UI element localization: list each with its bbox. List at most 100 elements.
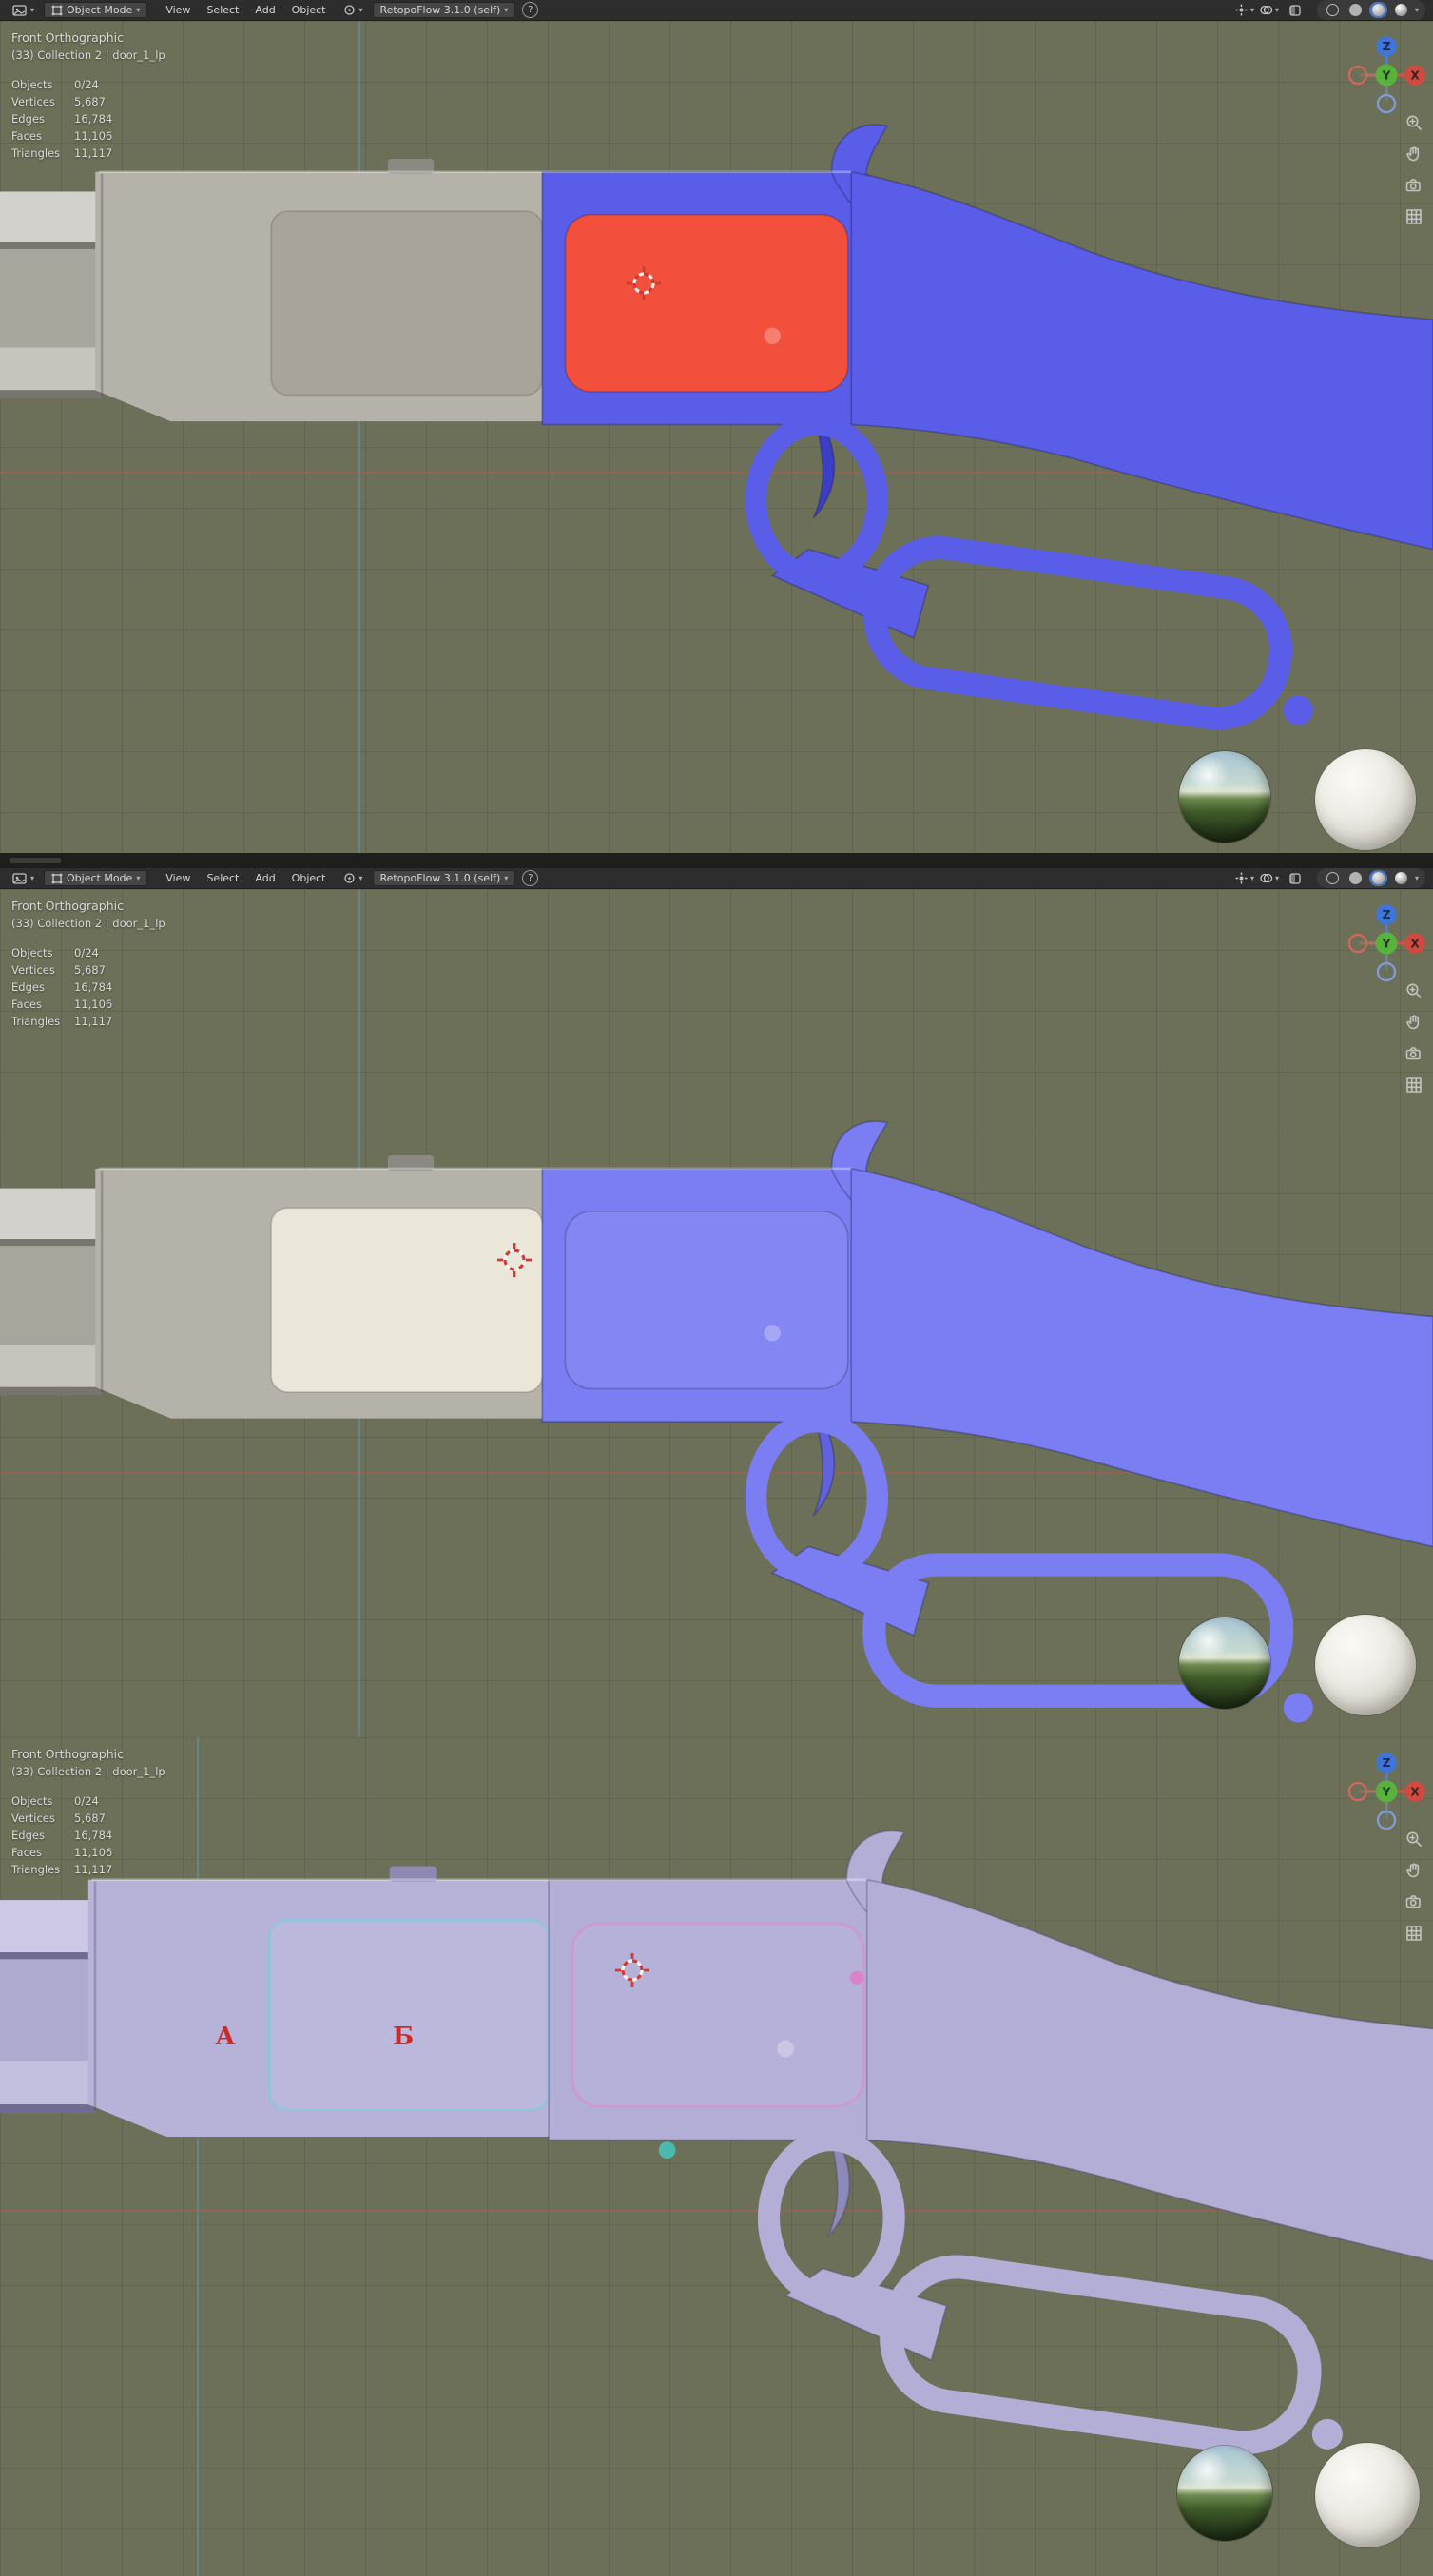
shading-rendered-button[interactable] <box>1392 2 1410 18</box>
navigation-gizmo[interactable]: Z X Y <box>1346 1751 1427 1832</box>
retopoflow-menu[interactable]: RetopoFlow 3.1.0 (self) ▾ <box>372 2 516 18</box>
magazine-tube[interactable] <box>0 2060 95 2105</box>
sideplate-door[interactable] <box>564 1210 849 1390</box>
barrel-tube[interactable] <box>0 1900 95 1953</box>
stock[interactable] <box>850 170 1433 551</box>
stock[interactable] <box>865 1878 1433 2269</box>
gizmo-x-label: X <box>1410 1785 1420 1798</box>
gizmo-x-neg-axis[interactable] <box>1347 65 1368 86</box>
perspective-toggle-button[interactable] <box>1404 206 1424 227</box>
menu-add[interactable]: Add <box>247 2 282 18</box>
navigation-gizmo[interactable]: Z X Y <box>1346 902 1427 984</box>
help-button[interactable]: ? <box>522 870 539 886</box>
menu-object[interactable]: Object <box>284 2 334 18</box>
pan-button[interactable] <box>1404 1012 1424 1033</box>
menu-object[interactable]: Object <box>284 870 334 886</box>
sideplate-left[interactable] <box>270 210 544 397</box>
pan-button[interactable] <box>1404 1860 1424 1881</box>
rifle-root <box>0 1830 1433 2455</box>
magazine-tube[interactable] <box>0 1344 103 1387</box>
viewport-overlay-text: Front Orthographic (33) Collection 2 | d… <box>11 30 165 162</box>
camera-view-button[interactable] <box>1404 1043 1424 1064</box>
transform-orientation-button[interactable]: ▾ <box>339 871 368 885</box>
zoom-icon <box>1406 983 1422 998</box>
viewport-3d[interactable]: Front Orthographic (33) Collection 2 | d… <box>0 21 1433 853</box>
gizmo-z-neg-axis[interactable] <box>1376 961 1397 982</box>
hand-icon <box>1406 1015 1420 1030</box>
menu-select[interactable]: Select <box>199 2 246 18</box>
zoom-button[interactable] <box>1404 980 1424 1001</box>
menu-bar: View Select Add Object <box>158 870 333 886</box>
panel-divider <box>0 853 1433 868</box>
chevron-down-icon: ▾ <box>1414 5 1419 14</box>
navigation-gizmo[interactable]: Z X Y <box>1346 34 1427 116</box>
retopo-mesh-overlay[interactable] <box>541 1120 1433 1723</box>
viewport-gizmos-button[interactable]: ▾ <box>1234 871 1254 885</box>
stat-objects: Objects 0/24 <box>11 1794 99 1808</box>
sideplate-left[interactable] <box>267 1918 551 2111</box>
divider-mark <box>10 858 61 863</box>
camera-view-button[interactable] <box>1404 1891 1424 1912</box>
viewport-3d[interactable]: А Б Front Orthographic (33) Collection 2… <box>0 1737 1433 2576</box>
gizmo-z-neg-axis[interactable] <box>1376 93 1397 114</box>
xray-toggle-button[interactable] <box>1284 871 1307 886</box>
shading-material-button[interactable] <box>1368 870 1387 886</box>
xray-icon <box>1289 4 1301 16</box>
matcap-preview-sphere <box>1315 2443 1420 2547</box>
retopoflow-label: RetopoFlow 3.1.0 (self) <box>379 872 501 884</box>
shading-material-button[interactable] <box>1368 2 1387 18</box>
camera-view-button[interactable] <box>1404 175 1424 196</box>
zoom-icon <box>1406 1831 1422 1847</box>
object-mode-icon <box>51 5 63 15</box>
shading-wireframe-button[interactable] <box>1324 2 1342 18</box>
mode-selector[interactable]: Object Mode ▾ <box>44 2 148 18</box>
trigger[interactable] <box>826 2145 851 2237</box>
sideplate-left[interactable] <box>270 1207 544 1393</box>
shading-rendered-button[interactable] <box>1392 870 1410 886</box>
sideplate-door[interactable] <box>571 1922 865 2108</box>
menu-view[interactable]: View <box>158 2 198 18</box>
solid-shading-icon <box>1348 872 1362 884</box>
editor-type-button[interactable]: ▾ <box>8 871 39 886</box>
magazine-tube[interactable] <box>0 347 103 391</box>
forend-wood[interactable] <box>0 1959 95 2061</box>
trigger[interactable] <box>812 1427 836 1517</box>
retopoflow-label: RetopoFlow 3.1.0 (self) <box>379 4 501 16</box>
help-button[interactable]: ? <box>522 2 539 18</box>
editor-type-button[interactable]: ▾ <box>8 3 39 18</box>
forend-wood[interactable] <box>0 248 103 348</box>
chevron-down-icon: ▾ <box>358 873 363 882</box>
retopoflow-menu[interactable]: RetopoFlow 3.1.0 (self) ▾ <box>372 870 516 886</box>
gizmo-z-neg-axis[interactable] <box>1376 1810 1397 1830</box>
gizmo-x-neg-axis[interactable] <box>1347 933 1368 954</box>
retopo-mesh-overlay[interactable] <box>541 124 1433 726</box>
menu-add[interactable]: Add <box>247 870 282 886</box>
barrel-tube[interactable] <box>0 1188 103 1240</box>
forend-wood[interactable] <box>0 1246 103 1345</box>
viewport-gizmos-button[interactable]: ▾ <box>1234 3 1254 17</box>
overlays-button[interactable]: ▾ <box>1259 871 1279 885</box>
chevron-down-icon: ▾ <box>504 873 509 882</box>
sideplate-door[interactable] <box>564 213 849 393</box>
barrel-tube[interactable] <box>0 191 103 242</box>
perspective-toggle-button[interactable] <box>1404 1923 1424 1944</box>
rifle-model[interactable] <box>0 21 1433 853</box>
menu-view[interactable]: View <box>158 870 198 886</box>
overlays-button[interactable]: ▾ <box>1259 3 1279 17</box>
shading-solid-button[interactable] <box>1346 2 1365 18</box>
viewport-3d[interactable]: Front Orthographic (33) Collection 2 | d… <box>0 889 1433 1737</box>
zoom-button[interactable] <box>1404 112 1424 133</box>
shading-wireframe-button[interactable] <box>1324 870 1342 886</box>
mode-selector[interactable]: Object Mode ▾ <box>44 870 148 886</box>
menu-select[interactable]: Select <box>199 870 246 886</box>
xray-toggle-button[interactable] <box>1284 3 1307 18</box>
pan-button[interactable] <box>1404 144 1424 165</box>
rifle-model[interactable] <box>0 889 1433 1737</box>
transform-orientation-button[interactable]: ▾ <box>339 3 368 17</box>
shading-solid-button[interactable] <box>1346 870 1365 886</box>
perspective-toggle-button[interactable] <box>1404 1075 1424 1095</box>
zoom-button[interactable] <box>1404 1829 1424 1850</box>
stock[interactable] <box>850 1167 1433 1548</box>
gizmo-x-neg-axis[interactable] <box>1347 1781 1368 1802</box>
trigger[interactable] <box>812 430 836 519</box>
